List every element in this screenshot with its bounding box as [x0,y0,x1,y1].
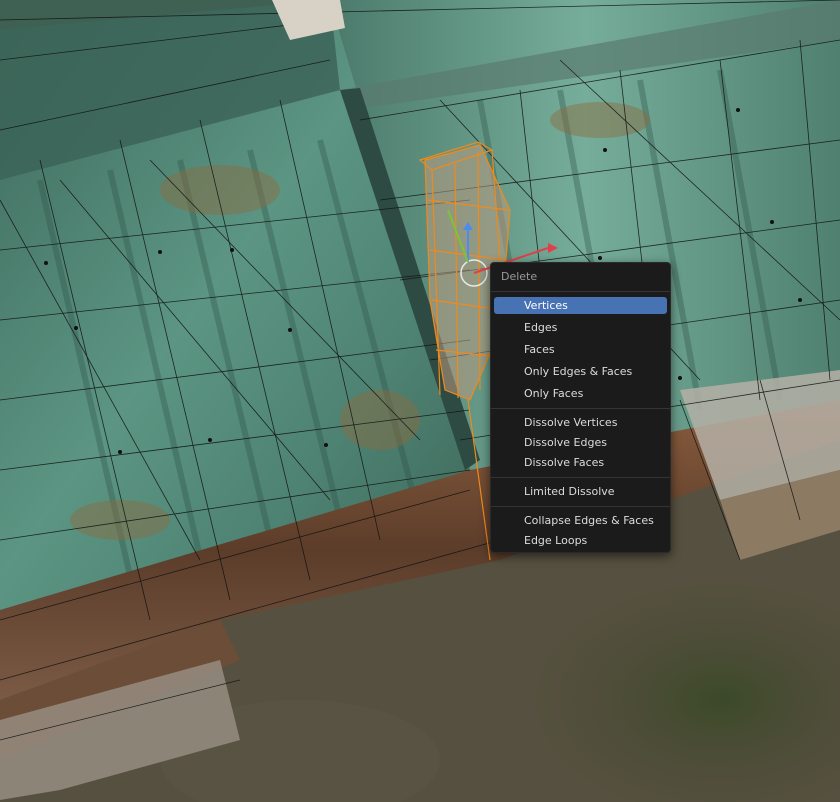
menu-separator [491,408,670,409]
menu-item-only-faces[interactable]: Only Faces [494,385,667,402]
delete-context-menu[interactable]: Delete Vertices Edges Faces Only Edges &… [490,262,671,553]
3d-viewport[interactable]: Delete Vertices Edges Faces Only Edges &… [0,0,840,802]
menu-item-faces[interactable]: Faces [494,341,667,358]
menu-item-dissolve-edges[interactable]: Dissolve Edges [494,434,667,451]
menu-separator [491,477,670,478]
menu-item-limited-dissolve[interactable]: Limited Dissolve [494,483,667,500]
menu-separator [491,291,670,292]
menu-item-edges[interactable]: Edges [494,319,667,336]
menu-title: Delete [501,270,538,283]
menu-item-only-edges-faces[interactable]: Only Edges & Faces [494,363,667,380]
viewport-scene [0,0,840,802]
menu-item-edge-loops[interactable]: Edge Loops [494,532,667,549]
menu-item-collapse-edges-faces[interactable]: Collapse Edges & Faces [494,512,667,529]
menu-item-dissolve-vertices[interactable]: Dissolve Vertices [494,414,667,431]
menu-item-vertices[interactable]: Vertices [494,297,667,314]
menu-separator [491,506,670,507]
menu-item-dissolve-faces[interactable]: Dissolve Faces [494,454,667,471]
